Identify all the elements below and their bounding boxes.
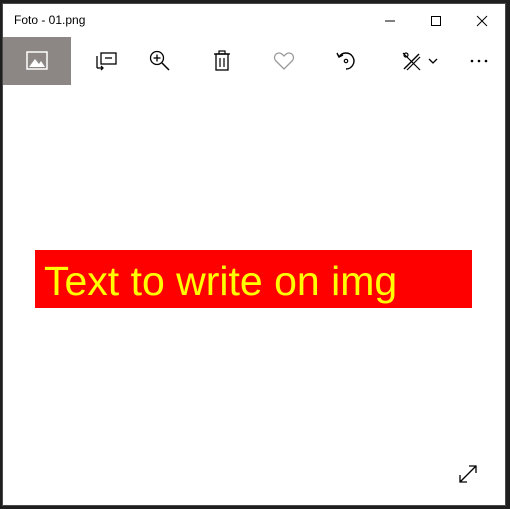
- zoom-button[interactable]: [135, 37, 185, 85]
- delete-button[interactable]: [197, 37, 247, 85]
- close-icon: [476, 15, 488, 26]
- slideshow-icon: [96, 52, 117, 71]
- expand-icon: [459, 465, 477, 483]
- title-bar[interactable]: Foto - 01.png: [3, 4, 505, 37]
- more-icon: [470, 59, 488, 63]
- image-icon: [26, 51, 48, 70]
- maximize-button[interactable]: [413, 4, 459, 37]
- close-button[interactable]: [459, 4, 505, 37]
- photos-app-window: Foto - 01.png Text to write on img: [2, 3, 506, 506]
- favorite-button[interactable]: [259, 37, 309, 85]
- edit-pen-icon: [402, 52, 421, 71]
- slideshow-button[interactable]: [81, 37, 131, 85]
- window-controls: [367, 4, 505, 37]
- fullscreen-button[interactable]: [457, 463, 479, 485]
- zoom-in-icon: [149, 50, 170, 71]
- trash-icon: [214, 50, 230, 71]
- window-title: Foto - 01.png: [14, 13, 86, 27]
- image-text: Text to write on img: [44, 258, 398, 304]
- rotate-icon: [336, 52, 355, 70]
- edit-create-button[interactable]: [391, 37, 447, 85]
- rotate-button[interactable]: [321, 37, 371, 85]
- minimize-icon: [385, 20, 395, 21]
- toolbar: [3, 37, 505, 85]
- more-button[interactable]: [459, 37, 499, 85]
- maximize-icon: [431, 15, 441, 26]
- minimize-button[interactable]: [367, 4, 413, 37]
- chevron-down-icon: [428, 58, 438, 64]
- view-image-button[interactable]: [3, 37, 71, 85]
- displayed-image: Text to write on img: [35, 250, 472, 308]
- image-canvas[interactable]: Text to write on img: [3, 85, 505, 505]
- heart-icon: [273, 52, 295, 70]
